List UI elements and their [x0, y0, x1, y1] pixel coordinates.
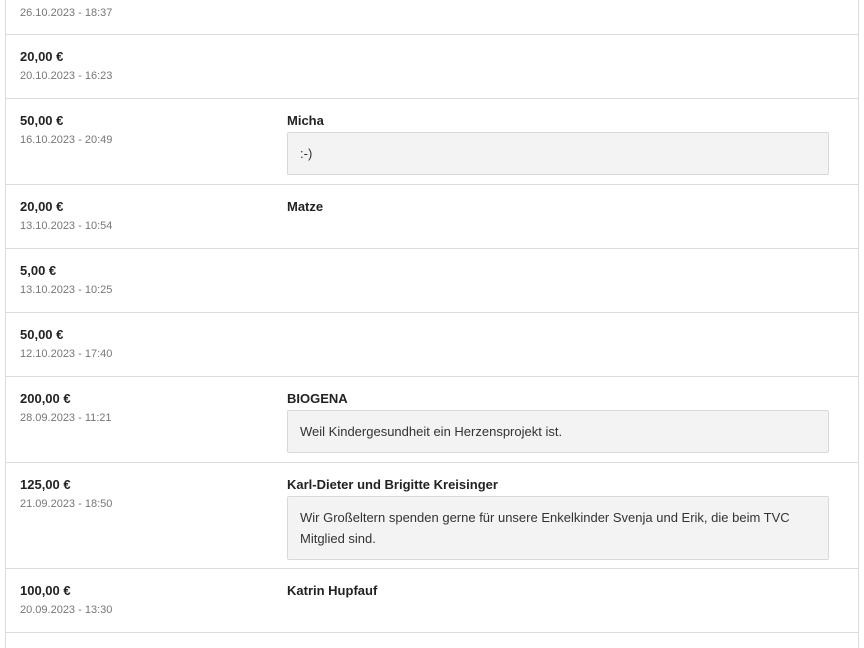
donation-row: 26.10.2023 - 18:37 — [6, 0, 858, 35]
donation-amount: 200,00 € — [20, 391, 71, 406]
donation-amount: 50,00 € — [20, 327, 64, 342]
donation-date: 26.10.2023 - 18:37 — [20, 7, 113, 19]
donation-date: 21.09.2023 - 18:50 — [20, 498, 113, 510]
donation-row: 50,00 € 12.10.2023 - 17:40 — [6, 313, 858, 377]
donation-row: 20,00 € 13.10.2023 - 10:54 Matze — [6, 185, 858, 249]
donation-row: 100,00 € 20.09.2023 - 13:30 Katrin Hupfa… — [6, 569, 858, 633]
donation-row: 125,00 € 21.09.2023 - 18:50 Karl-Dieter … — [6, 463, 858, 569]
donation-row: 20,00 € 20.10.2023 - 16:23 — [6, 35, 858, 99]
donation-date: 28.09.2023 - 11:21 — [20, 412, 112, 424]
donation-row: 50,00 € 16.10.2023 - 20:49 Micha :-) — [6, 99, 858, 185]
donation-row: 5,00 € 13.10.2023 - 10:25 — [6, 249, 858, 313]
donation-message: Weil Kindergesundheit ein Herzensprojekt… — [287, 410, 829, 453]
donation-amount: 20,00 € — [20, 49, 64, 64]
donor-name: Matze — [287, 199, 324, 214]
donor-name: BIOGENA — [287, 391, 348, 406]
donation-amount: 125,00 € — [20, 477, 71, 492]
donation-date: 13.10.2023 - 10:25 — [20, 284, 113, 296]
donation-date: 16.10.2023 - 20:49 — [20, 134, 113, 146]
donation-row — [6, 633, 858, 648]
donation-date: 13.10.2023 - 10:54 — [20, 220, 113, 232]
donation-amount: 20,00 € — [20, 199, 64, 214]
donation-date: 20.09.2023 - 13:30 — [20, 604, 113, 616]
donation-date: 12.10.2023 - 17:40 — [20, 348, 113, 360]
donation-date: 20.10.2023 - 16:23 — [20, 70, 113, 82]
donation-message: Wir Großeltern spenden gerne für unsere … — [287, 496, 829, 560]
donation-list: 26.10.2023 - 18:37 20,00 € 20.10.2023 - … — [5, 0, 859, 648]
donation-row: 200,00 € 28.09.2023 - 11:21 BIOGENA Weil… — [6, 377, 858, 463]
donation-message: :-) — [287, 132, 829, 175]
donor-name: Karl-Dieter und Brigitte Kreisinger — [287, 477, 498, 492]
donation-amount: 50,00 € — [20, 113, 64, 128]
donation-amount: 5,00 € — [20, 263, 57, 278]
donor-name: Micha — [287, 113, 324, 128]
donor-name: Katrin Hupfauf — [287, 583, 378, 598]
donation-amount: 100,00 € — [20, 583, 71, 598]
